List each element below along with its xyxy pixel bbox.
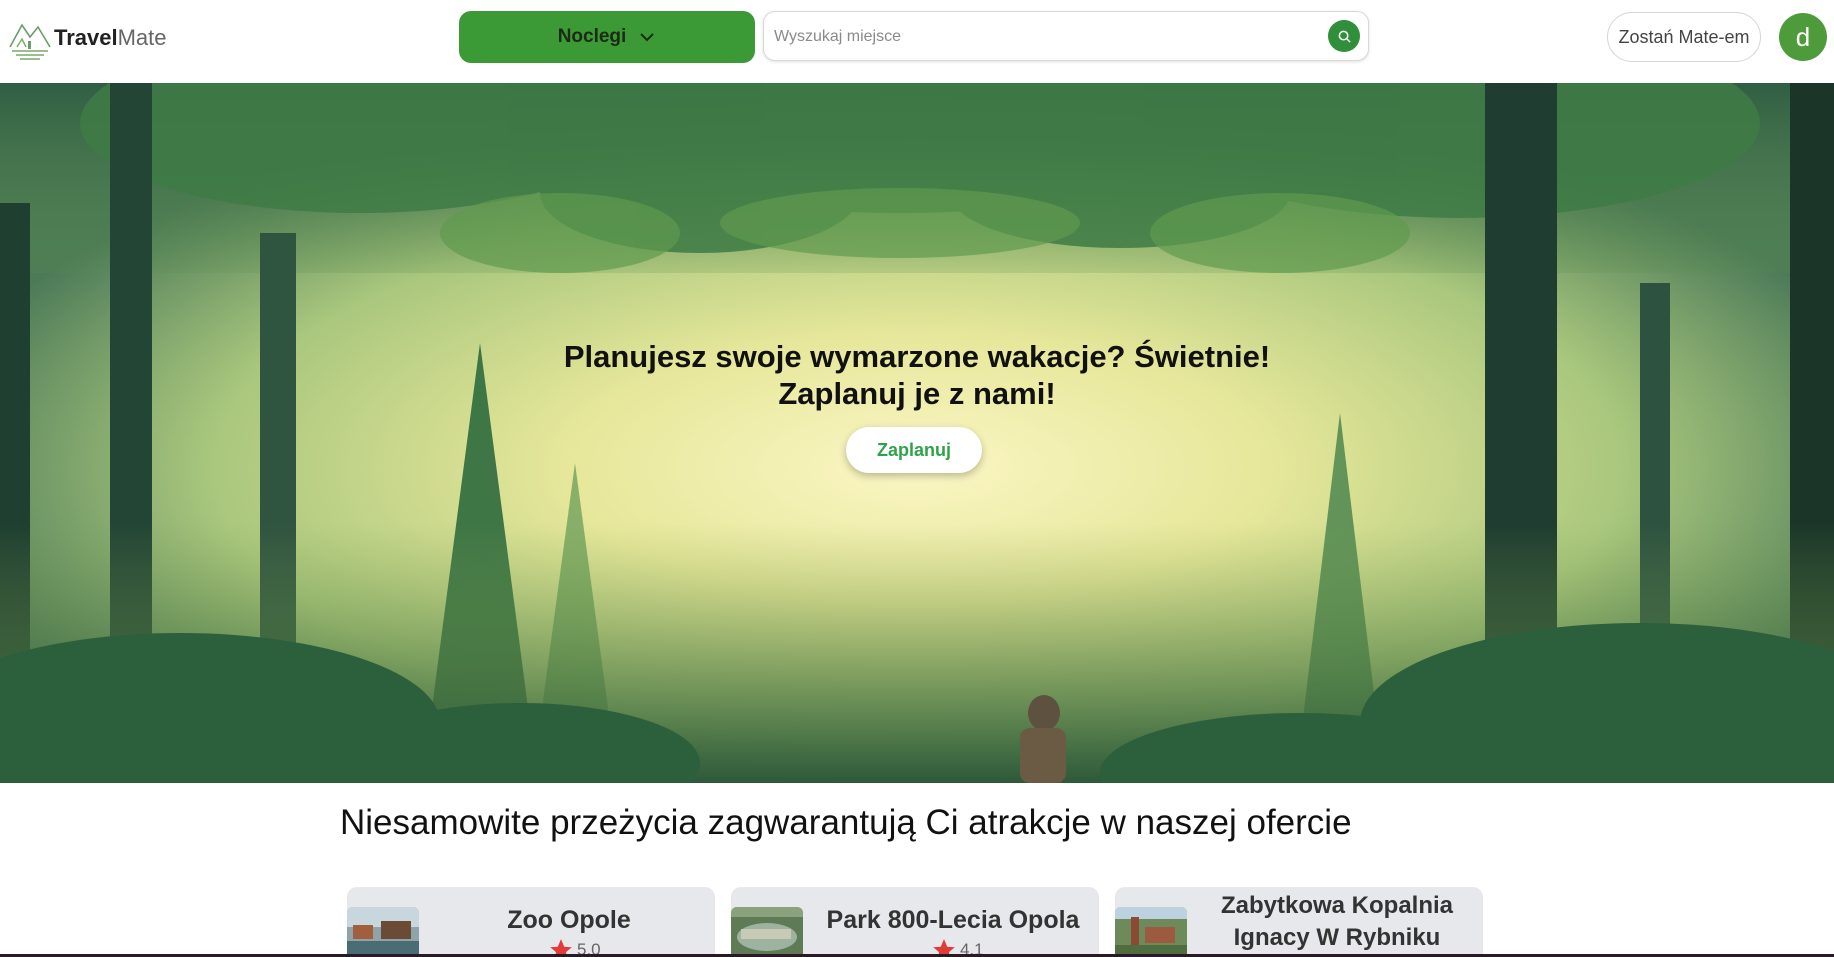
attraction-name: Zoo Opole — [507, 906, 631, 934]
attraction-thumbnail — [731, 907, 803, 957]
search-icon — [1338, 30, 1351, 43]
hero-title-line-2: Zaplanuj je z nami! — [778, 376, 1056, 411]
attraction-thumbnail — [1115, 907, 1187, 957]
travelmate-logo[interactable]: TravelMate — [8, 12, 168, 64]
category-dropdown-label: Noclegi — [557, 26, 627, 47]
logo-text-light: Mate — [117, 25, 167, 50]
attraction-card[interactable]: Zoo Opole 5.0 — [347, 887, 715, 957]
become-mate-button[interactable]: Zostań Mate-em — [1607, 12, 1761, 62]
top-navbar: TravelMate Noclegi Zostań Mate-em d — [0, 0, 1834, 83]
search-button[interactable] — [1328, 20, 1360, 52]
accommodation-category-dropdown[interactable]: Noclegi — [459, 11, 755, 63]
attraction-card[interactable]: Park 800-Lecia Opola 4.1 — [731, 887, 1099, 957]
plan-trip-button[interactable]: Zaplanuj — [846, 427, 982, 473]
logo-text: TravelMate — [54, 25, 167, 51]
logo-text-bold: Travel — [54, 25, 118, 50]
attraction-name: Park 800-Lecia Opola — [826, 906, 1080, 934]
attraction-card[interactable]: Zabytkowa Kopalnia Ignacy W Rybniku — [1115, 887, 1483, 957]
hero-title-line-1: Planujesz swoje wymarzone wakacje? Świet… — [563, 339, 1271, 374]
attraction-name: Zabytkowa Kopalnia Ignacy W Rybniku — [1220, 892, 1454, 951]
attractions-section-title: Niesamowite przeżycia zagwarantują Ci at… — [340, 803, 1352, 842]
chevron-down-icon — [640, 33, 655, 42]
mountain-logo-icon — [9, 23, 51, 60]
user-avatar[interactable]: d — [1779, 13, 1827, 61]
search-bar — [763, 11, 1369, 61]
attraction-thumbnail — [347, 907, 419, 957]
search-input[interactable] — [772, 22, 1296, 52]
hero-banner: Planujesz swoje wymarzone wakacje? Świet… — [0, 83, 1834, 783]
hero-title: Planujesz swoje wymarzone wakacje? Świet… — [417, 338, 1417, 412]
